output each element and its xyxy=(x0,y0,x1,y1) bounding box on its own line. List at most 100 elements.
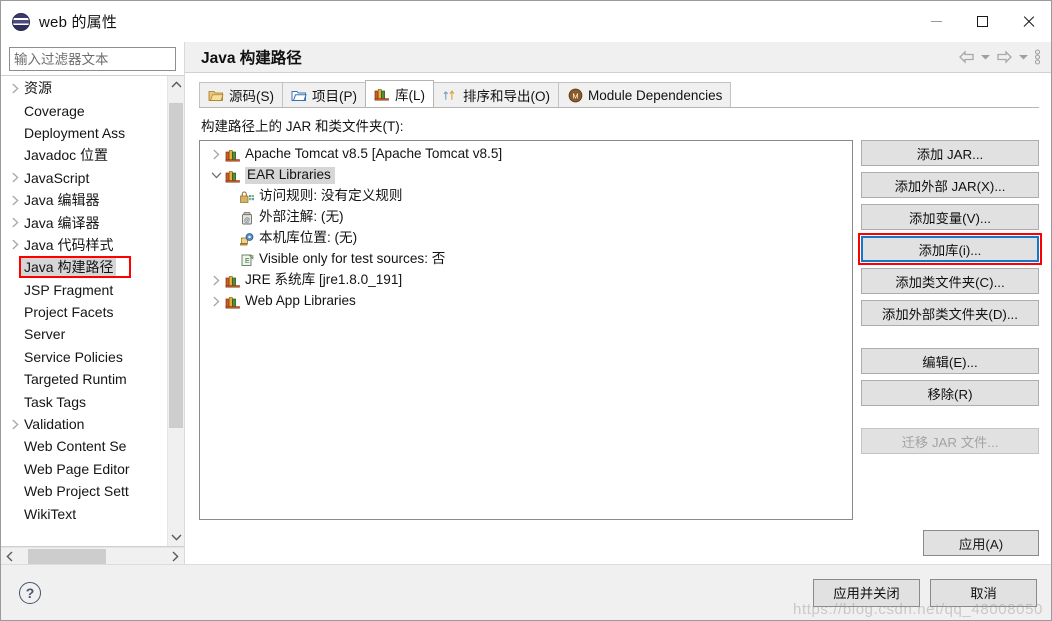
sidebar-item-validation[interactable]: Validation xyxy=(1,413,167,435)
filter-input[interactable] xyxy=(9,47,176,71)
sidebar-item-java-编辑器[interactable]: Java 编辑器 xyxy=(1,189,167,211)
tab-源码-s-[interactable]: 源码(S) xyxy=(199,82,283,107)
module-circle-icon: M xyxy=(567,87,583,103)
scroll-down-button[interactable] xyxy=(168,529,184,546)
apply-button[interactable]: 应用(A) xyxy=(923,530,1039,556)
sidebar-item-server[interactable]: Server xyxy=(1,323,167,345)
sidebar-item-web-page-editor[interactable]: Web Page Editor xyxy=(1,458,167,480)
svg-text:M: M xyxy=(572,91,578,100)
classpath-button-1[interactable]: 添加外部 JAR(X)... xyxy=(861,172,1039,198)
chevron-right-icon[interactable] xyxy=(208,296,224,307)
forward-dropdown-chevron-down-icon[interactable] xyxy=(1018,53,1029,61)
scroll-up-button[interactable] xyxy=(168,76,184,93)
library-books-icon xyxy=(374,86,390,102)
classpath-button-6[interactable]: 编辑(E)... xyxy=(861,348,1039,374)
chevron-right-icon[interactable] xyxy=(208,149,224,160)
scroll-left-button[interactable] xyxy=(1,548,18,565)
sidebar-item-label: Java 代码样式 xyxy=(24,236,114,253)
tab-module-dependencies[interactable]: M Module Dependencies xyxy=(558,82,732,107)
minimize-icon xyxy=(930,21,942,22)
chevron-right-icon[interactable] xyxy=(208,275,224,286)
forward-arrow-icon[interactable] xyxy=(996,50,1013,64)
sidebar-scroll-track[interactable] xyxy=(168,93,184,529)
sidebar-item-label: Web Page Editor xyxy=(24,460,130,477)
sidebar-item-jsp-fragment[interactable]: JSP Fragment xyxy=(1,279,167,301)
minimize-button[interactable] xyxy=(913,1,959,42)
tab-label: 排序和导出(O) xyxy=(463,89,550,104)
order-export-arrows-icon xyxy=(442,87,458,103)
sidebar-item-web-project-sett[interactable]: Web Project Sett xyxy=(1,480,167,502)
classpath-tree[interactable]: Apache Tomcat v8.5 [Apache Tomcat v8.5] E… xyxy=(199,140,853,520)
sidebar-item-label: Java 编译器 xyxy=(24,214,100,231)
chevron-down-icon[interactable] xyxy=(208,171,224,180)
sidebar-vertical-scrollbar[interactable] xyxy=(167,76,184,546)
sidebar-item-label: Java 构建路径 xyxy=(21,256,117,279)
chevron-right-icon[interactable] xyxy=(7,172,23,183)
sidebar-item-deployment-ass[interactable]: Deployment Ass xyxy=(1,122,167,144)
classpath-button-8: 迁移 JAR 文件... xyxy=(861,428,1039,454)
chevron-right-icon[interactable] xyxy=(7,195,23,206)
back-arrow-icon[interactable] xyxy=(958,50,975,64)
classpath-tree-label: EAR Libraries xyxy=(245,166,335,185)
maximize-button[interactable] xyxy=(959,1,1005,42)
back-dropdown-chevron-down-icon[interactable] xyxy=(980,53,991,61)
sidebar-hscroll-thumb[interactable] xyxy=(28,548,106,564)
sidebar-item-label: Javadoc 位置 xyxy=(24,147,109,164)
classpath-tree-row[interactable]: JRE 系统库 [jre1.8.0_191] xyxy=(200,270,852,291)
classpath-tree-row[interactable]: Web App Libraries xyxy=(200,291,852,312)
classpath-tree-row[interactable]: 本机库位置: (无) xyxy=(200,228,852,249)
page-nav-icons xyxy=(958,49,1051,65)
sidebar-item-java-编译器[interactable]: Java 编译器 xyxy=(1,211,167,233)
chevron-right-icon[interactable] xyxy=(7,217,23,228)
external-annotation-icon: @ xyxy=(238,211,256,225)
chevron-right-icon[interactable] xyxy=(7,419,23,430)
apply-and-close-button[interactable]: 应用并关闭 xyxy=(813,578,920,607)
help-icon[interactable]: ? xyxy=(19,581,41,604)
tab-label: Module Dependencies xyxy=(588,87,723,103)
classpath-button-3[interactable]: 添加库(i)... xyxy=(858,233,1042,265)
eclipse-icon xyxy=(12,12,30,31)
tab-库-l-[interactable]: 库(L) xyxy=(365,80,434,107)
classpath-button-7[interactable]: 移除(R) xyxy=(861,380,1039,406)
chevron-right-icon[interactable] xyxy=(7,239,23,250)
sidebar-item-targeted-runtim[interactable]: Targeted Runtim xyxy=(1,368,167,390)
chevron-right-icon[interactable] xyxy=(7,83,23,94)
sidebar-item-wikitext[interactable]: WikiText xyxy=(1,502,167,524)
classpath-button-2[interactable]: 添加变量(V)... xyxy=(861,204,1039,230)
source-folder-icon xyxy=(208,87,224,103)
tab-项目-p-[interactable]: 项目(P) xyxy=(282,82,366,107)
tab-排序和导出-o-[interactable]: 排序和导出(O) xyxy=(433,82,559,107)
cancel-button[interactable]: 取消 xyxy=(930,578,1037,607)
classpath-tree-row[interactable]: EAR Libraries xyxy=(200,165,852,186)
sidebar-item-project-facets[interactable]: Project Facets xyxy=(1,301,167,323)
sidebar-item-service-policies[interactable]: Service Policies xyxy=(1,346,167,368)
classpath-button-5[interactable]: 添加外部类文件夹(D)... xyxy=(861,300,1039,326)
sidebar-item-java-构建路径[interactable]: Java 构建路径 xyxy=(1,256,167,279)
library-books-icon xyxy=(224,169,242,183)
sidebar-item-coverage[interactable]: Coverage xyxy=(1,99,167,121)
classpath-button-0[interactable]: 添加 JAR... xyxy=(861,140,1039,166)
library-books-icon xyxy=(224,295,242,309)
close-button[interactable] xyxy=(1005,1,1051,42)
sidebar-item-javascript[interactable]: JavaScript xyxy=(1,167,167,189)
classpath-tree-row[interactable]: E Visible only for test sources: 否 xyxy=(200,249,852,270)
classpath-tree-row[interactable]: Apache Tomcat v8.5 [Apache Tomcat v8.5] xyxy=(200,144,852,165)
classpath-tree-row[interactable]: @ 外部注解: (无) xyxy=(200,207,852,228)
sidebar-horizontal-scrollbar[interactable] xyxy=(1,547,184,564)
title-bar: web 的属性 xyxy=(1,1,1051,42)
tab-label: 项目(P) xyxy=(312,89,357,104)
vertical-dots-menu-icon[interactable] xyxy=(1034,49,1041,65)
classpath-button-4[interactable]: 添加类文件夹(C)... xyxy=(861,268,1039,294)
sidebar-item-javadoc-位置[interactable]: Javadoc 位置 xyxy=(1,144,167,166)
svg-text:E: E xyxy=(245,258,250,265)
library-books-icon xyxy=(224,148,242,162)
scroll-right-button[interactable] xyxy=(167,548,184,565)
sidebar-item-java-代码样式[interactable]: Java 代码样式 xyxy=(1,234,167,256)
sidebar-item-web-content-se[interactable]: Web Content Se xyxy=(1,435,167,457)
page-content: 源码(S) 项目(P) 库(L) 排序和导出(O) M Module Dependenci… xyxy=(185,73,1051,564)
sidebar-hscroll-track[interactable] xyxy=(18,548,167,565)
sidebar-item-task-tags[interactable]: Task Tags xyxy=(1,390,167,412)
sidebar-item-资源[interactable]: 资源 xyxy=(1,77,167,99)
sidebar-scroll-thumb[interactable] xyxy=(169,103,183,428)
classpath-tree-row[interactable]: 访问规则: 没有定义规则 xyxy=(200,186,852,207)
